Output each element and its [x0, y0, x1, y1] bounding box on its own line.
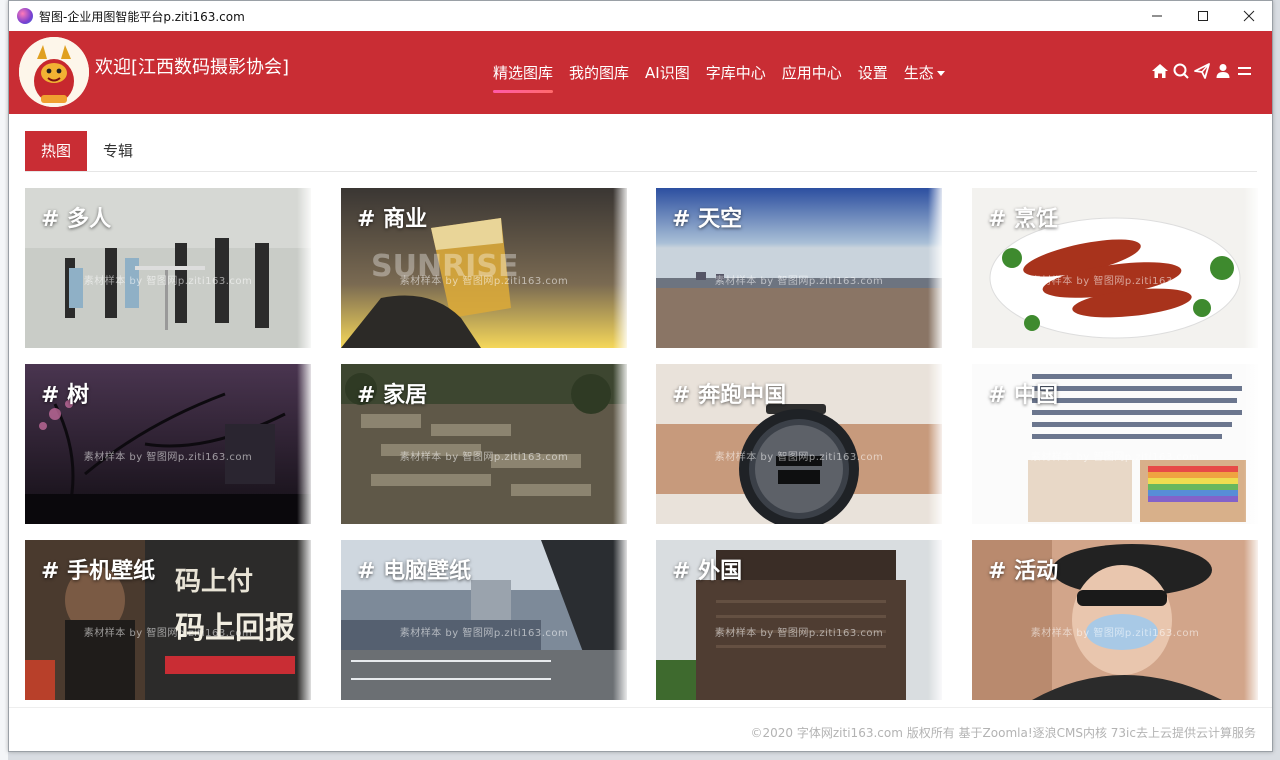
tile-label: # 商业 [357, 207, 428, 232]
avatar[interactable] [19, 37, 89, 107]
tile-watermark: 素材样本 by 智图网p.ziti163.com [1030, 628, 1200, 639]
app-icon [17, 8, 33, 24]
tile-edge-shade [297, 364, 311, 524]
tile-people[interactable]: 素材样本 by 智图网p.ziti163.com # 多人 [25, 188, 311, 348]
tile-label: # 家居 [357, 383, 428, 408]
tile-cooking[interactable]: 素材样本 by 智图网p.ziti163.com # 烹饪 [972, 188, 1258, 348]
tile-watermark: 素材样本 by 智图网p.ziti163.com [83, 628, 253, 639]
close-icon [1243, 10, 1255, 22]
tile-running-china[interactable]: 素材样本 by 智图网p.ziti163.com # 奔跑中国 [656, 364, 942, 524]
tile-watermark: 素材样本 by 智图网p.ziti163.com [83, 452, 253, 463]
tile-tree[interactable]: 素材样本 by 智图网p.ziti163.com # 树 [25, 364, 311, 524]
tile-china[interactable]: 素材样本 by 智图网p.ziti163.com # 中国 [972, 364, 1258, 524]
minimize-icon [1152, 15, 1162, 17]
tile-watermark: 素材样本 by 智图网p.ziti163.com [1030, 276, 1200, 287]
tile-edge-shade [928, 188, 942, 348]
tile-edge-shade [613, 540, 627, 700]
tile-label: # 树 [41, 383, 90, 408]
nav-ecosystem-label: 生态 [903, 64, 934, 82]
close-button[interactable] [1226, 1, 1272, 31]
browser-window: 智图-企业用图智能平台p.ziti163.com 欢迎[江西数码摄影协会] 精选… [8, 0, 1273, 752]
window-title: 智图-企业用图智能平台p.ziti163.com [39, 9, 245, 24]
menu-icon[interactable] [1234, 61, 1254, 81]
tile-label: # 活动 [988, 559, 1059, 584]
svg-text:码上付: 码上付 [175, 567, 253, 597]
tile-label: # 手机壁纸 [41, 559, 156, 584]
site-header: 欢迎[江西数码摄影协会] 精选图库 我的图库 AI识图 字库中心 应用中心 设置… [9, 31, 1272, 114]
nav-my-gallery[interactable]: 我的图库 [569, 62, 629, 83]
tile-edge-shade [297, 188, 311, 348]
tile-watermark: 素材样本 by 智图网p.ziti163.com [83, 276, 253, 287]
tile-edge-shade [613, 364, 627, 524]
user-icon[interactable] [1213, 61, 1233, 81]
tile-label: # 外国 [672, 559, 743, 584]
minimize-button[interactable] [1134, 1, 1180, 31]
mascot-logo [19, 37, 89, 107]
tile-label: # 奔跑中国 [672, 383, 787, 408]
tile-watermark: 素材样本 by 智图网p.ziti163.com [399, 276, 569, 287]
nav-ai-recognition[interactable]: AI识图 [645, 62, 690, 83]
tile-watermark: 素材样本 by 智图网p.ziti163.com [714, 628, 884, 639]
tile-foreign[interactable]: 素材样本 by 智图网p.ziti163.com # 外国 [656, 540, 942, 700]
tile-edge-shade [1244, 188, 1258, 348]
tile-home[interactable]: 素材样本 by 智图网p.ziti163.com # 家居 [341, 364, 627, 524]
tile-phone-wallpaper[interactable]: 码上付 码上回报 素材样本 by 智图网p.ziti163.com # 手机壁纸 [25, 540, 311, 700]
tile-business[interactable]: SUNRISE 素材样本 by 智图网p.ziti163.com # 商业 [341, 188, 627, 348]
window-titlebar: 智图-企业用图智能平台p.ziti163.com [9, 1, 1272, 31]
window-controls [1134, 1, 1272, 31]
tile-label: # 中国 [988, 383, 1059, 408]
tile-sky[interactable]: 素材样本 by 智图网p.ziti163.com # 天空 [656, 188, 942, 348]
maximize-button[interactable] [1180, 1, 1226, 31]
background-window-edge [0, 0, 8, 760]
footer-copyright: ©2020 字体网ziti163.com 版权所有 基于Zoomla!逐浪CMS… [750, 726, 1256, 740]
tile-watermark: 素材样本 by 智图网p.ziti163.com [714, 452, 884, 463]
tile-label: # 多人 [41, 207, 112, 232]
gallery-tabs: 热图 专辑 [25, 131, 1257, 172]
tile-edge-shade [928, 364, 942, 524]
tab-hot[interactable]: 热图 [25, 131, 88, 171]
tile-edge-shade [297, 540, 311, 700]
nav-settings[interactable]: 设置 [858, 62, 888, 83]
caret-down-icon [936, 71, 945, 76]
tile-event[interactable]: 素材样本 by 智图网p.ziti163.com # 活动 [972, 540, 1258, 700]
tile-edge-shade [1244, 540, 1258, 700]
tile-label: # 烹饪 [988, 207, 1059, 232]
maximize-icon [1198, 11, 1208, 21]
tab-album[interactable]: 专辑 [87, 131, 149, 171]
tile-edge-shade [613, 188, 627, 348]
main-nav: 精选图库 我的图库 AI识图 字库中心 应用中心 设置 生态 [493, 31, 961, 114]
tile-edge-shade [928, 540, 942, 700]
tile-watermark: 素材样本 by 智图网p.ziti163.com [399, 628, 569, 639]
nav-selected-gallery[interactable]: 精选图库 [493, 62, 554, 93]
tile-watermark: 素材样本 by 智图网p.ziti163.com [1030, 452, 1200, 463]
nav-ecosystem-dropdown[interactable]: 生态 [904, 62, 945, 83]
tile-edge-shade [1244, 364, 1258, 524]
send-icon[interactable] [1192, 61, 1212, 81]
welcome-text: 欢迎[江西数码摄影协会] [95, 57, 290, 78]
home-icon[interactable] [1150, 61, 1170, 81]
tile-watermark: 素材样本 by 智图网p.ziti163.com [714, 276, 884, 287]
page-footer: ©2020 字体网ziti163.com 版权所有 基于Zoomla!逐浪CMS… [9, 707, 1272, 751]
tile-watermark: 素材样本 by 智图网p.ziti163.com [399, 452, 569, 463]
header-icons [1149, 61, 1254, 81]
nav-app-center[interactable]: 应用中心 [782, 62, 842, 83]
tile-label: # 电脑壁纸 [357, 559, 472, 584]
tile-label: # 天空 [672, 207, 743, 232]
nav-font-center[interactable]: 字库中心 [706, 62, 766, 83]
search-icon[interactable] [1171, 61, 1191, 81]
tile-pc-wallpaper[interactable]: 素材样本 by 智图网p.ziti163.com # 电脑壁纸 [341, 540, 627, 700]
